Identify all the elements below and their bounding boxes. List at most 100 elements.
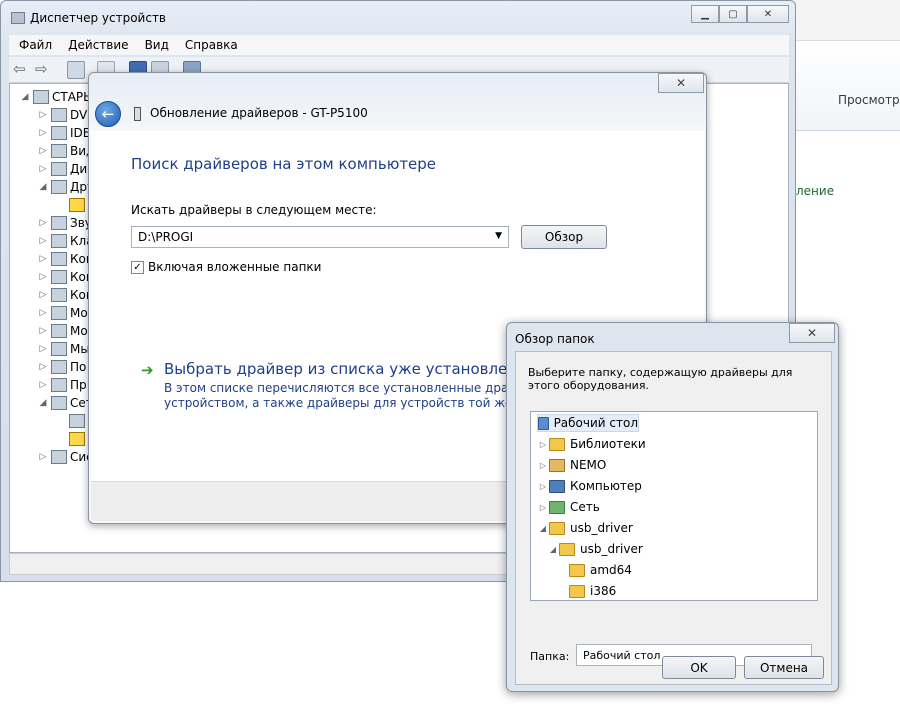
background-window-titlebar [790,0,900,40]
browse-folder-description: Выберите папку, содержащую драйверы для … [528,366,793,392]
properties-icon[interactable] [67,61,85,79]
expand-icon[interactable]: ▷ [38,362,48,372]
collapse-icon[interactable]: ◢ [38,182,48,192]
expand-icon[interactable]: ▷ [38,308,48,318]
tree-item[interactable]: ▷ Кла [38,232,94,250]
update-driver-close-button[interactable]: ✕ [658,73,704,93]
dvd-drive-icon [51,108,67,122]
expand-icon[interactable]: ▷ [537,461,549,470]
tree-item[interactable]: ▷ Ди [38,160,87,178]
tree-item[interactable]: ▷ Мы [38,340,90,358]
close-button[interactable]: ✕ [747,5,789,23]
expand-icon[interactable]: ▷ [38,146,48,156]
collapse-icon[interactable]: ◢ [38,398,48,408]
tree-item[interactable]: ▷ Ком [38,286,95,304]
maximize-button[interactable]: ▢ [719,5,747,23]
back-arrow-icon[interactable]: ← [95,101,121,127]
folder-item-libraries[interactable]: ▷ Библиотеки [537,435,646,453]
browse-button[interactable]: Обзор [521,225,607,249]
network-adapter-icon [51,396,67,410]
background-link-fragment[interactable]: ление [796,184,834,198]
keyboard-icon [51,234,67,248]
collapse-icon[interactable]: ◢ [537,524,549,533]
forward-arrow-icon[interactable]: ⇨ [35,61,53,79]
expand-icon[interactable]: ▷ [537,482,549,491]
pick-driver-link[interactable]: Выбрать драйвер из списка уже установлен… [164,360,548,378]
folder-item-nemo[interactable]: ▷ NEMO [537,456,606,474]
expand-icon[interactable]: ▷ [537,440,549,449]
expand-icon[interactable]: ▷ [38,290,48,300]
search-location-label: Искать драйверы в следующем месте: [131,203,377,217]
tree-label: Мо [70,306,88,320]
tree-item[interactable]: ▷ Мо [38,322,88,340]
expand-icon[interactable]: ▷ [38,380,48,390]
tree-item[interactable] [56,412,88,430]
folder-icon [549,521,565,535]
tree-item[interactable]: ▷ DV [38,106,87,124]
include-subfolders-checkbox[interactable]: ✓ Включая вложенные папки [131,260,321,274]
tree-item[interactable]: ▷ Вид [38,142,94,160]
expand-icon[interactable]: ▷ [38,128,48,138]
include-subfolders-label: Включая вложенные папки [148,260,322,274]
tree-item[interactable]: ▷ IDE [38,124,90,142]
tree-label: DV [70,108,88,122]
usb-controller-icon [51,288,67,302]
expand-icon[interactable]: ▷ [38,326,48,336]
cancel-button[interactable]: Отмена [744,656,824,679]
tree-item[interactable]: ▷ Ком [38,250,95,268]
menu-help[interactable]: Справка [185,38,238,52]
folder-item-i386[interactable]: i386 [569,582,616,600]
folder-label: Рабочий стол [553,416,638,430]
update-driver-title: Обновление драйверов - GT-P5100 [150,106,368,120]
tree-item[interactable]: ◢ Сет [38,394,93,412]
expand-icon[interactable]: ▷ [38,254,48,264]
update-driver-heading: Поиск драйверов на этом компьютере [131,155,437,173]
tree-item[interactable] [56,430,88,448]
expand-icon[interactable]: ▷ [38,218,48,228]
ok-button[interactable]: OK [662,656,736,679]
minimize-button[interactable]: ▁ [691,5,719,23]
tree-item[interactable]: ▷ Зву [38,214,92,232]
warning-device-icon [69,198,85,212]
tree-item[interactable]: ▷ По [38,358,86,376]
dropdown-arrow-icon[interactable]: ▼ [495,231,502,241]
library-icon [549,437,565,451]
collapse-icon[interactable]: ◢ [20,92,30,102]
expand-icon[interactable]: ▷ [38,344,48,354]
expand-icon[interactable]: ▷ [537,503,549,512]
folder-item-usb-driver[interactable]: ◢ usb_driver [537,519,633,537]
tree-root[interactable]: ◢ СТАРЬ [20,88,91,106]
path-combobox[interactable]: D:\PROGI ▼ [131,226,509,248]
menu-action[interactable]: Действие [68,38,128,52]
tree-item[interactable]: ▷ Пр [38,376,87,394]
back-arrow-icon[interactable]: ⇦ [13,61,31,79]
browse-folder-title: Обзор папок [515,332,595,346]
collapse-icon[interactable]: ◢ [547,545,559,554]
folder-item-usb-driver-sub[interactable]: ◢ usb_driver [547,540,643,558]
folder-item-computer[interactable]: ▷ Компьютер [537,477,642,495]
pick-driver-description-line: В этом списке перечисляются все установл… [164,381,562,395]
checkbox-checked-icon[interactable]: ✓ [131,260,144,274]
menu-view[interactable]: Вид [145,38,169,52]
tree-item[interactable]: ◢ Дру [38,178,94,196]
folder-field-label: Папка: [530,650,570,663]
expand-icon[interactable]: ▷ [38,272,48,282]
expand-icon[interactable]: ▷ [38,164,48,174]
folder-item-network[interactable]: ▷ Сеть [537,498,600,516]
folder-item-amd64[interactable]: amd64 [569,561,632,579]
expand-icon[interactable]: ▷ [38,236,48,246]
expand-icon[interactable]: ▷ [38,452,48,462]
browse-folder-close-button[interactable]: ✕ [789,323,835,343]
menu-file[interactable]: Файл [19,38,52,52]
tree-item[interactable]: ▷ Ком [38,268,95,286]
tree-item[interactable]: ▷ Сис [38,448,93,466]
tree-item[interactable] [56,196,88,214]
disk-drive-icon [51,162,67,176]
device-manager-title: Диспетчер устройств [30,11,167,25]
browse-folder-body: Выберите папку, содержащую драйверы для … [515,351,832,685]
folder-item-desktop[interactable]: Рабочий стол [537,414,639,432]
expand-icon[interactable]: ▷ [38,110,48,120]
folder-label: NEMO [570,458,607,472]
tree-label: Ди [70,162,88,176]
tree-item[interactable]: ▷ Мо [38,304,88,322]
